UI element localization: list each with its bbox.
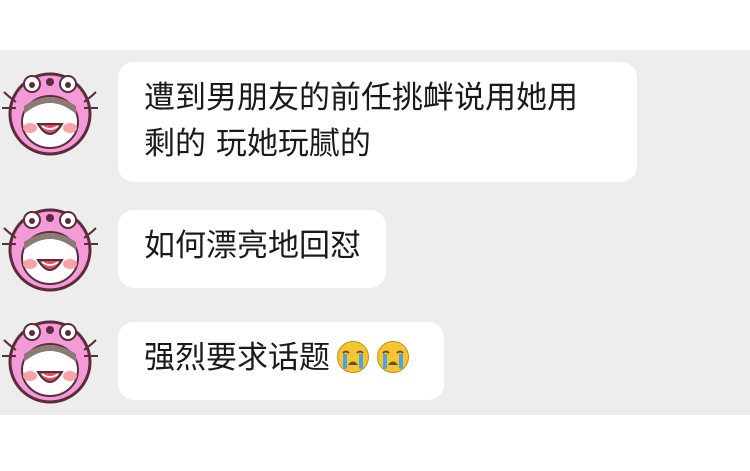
- avatar[interactable]: [2, 198, 98, 294]
- message-text: 强烈要求话题: [144, 340, 330, 376]
- avatar[interactable]: [2, 310, 98, 406]
- message-bubble[interactable]: 遭到男朋友的前任挑衅说用她用 剩的 玩她玩腻的: [118, 62, 637, 182]
- chat-area: 遭到男朋友的前任挑衅说用她用 剩的 玩她玩腻的 如何漂亮地回怼 强烈要求话题: [0, 50, 750, 415]
- message-text: 剩的 玩她玩腻的: [144, 126, 371, 162]
- message-bubble[interactable]: 强烈要求话题: [118, 322, 444, 400]
- message-line: 强烈要求话题: [144, 335, 418, 381]
- crying-face-icon: [336, 340, 370, 374]
- crying-face-icon: [376, 340, 410, 374]
- message-text: 遭到男朋友的前任挑衅说用她用: [144, 80, 578, 116]
- message-text: 如何漂亮地回怼: [144, 228, 361, 264]
- message-bubble[interactable]: 如何漂亮地回怼: [118, 210, 386, 288]
- avatar[interactable]: [2, 62, 98, 158]
